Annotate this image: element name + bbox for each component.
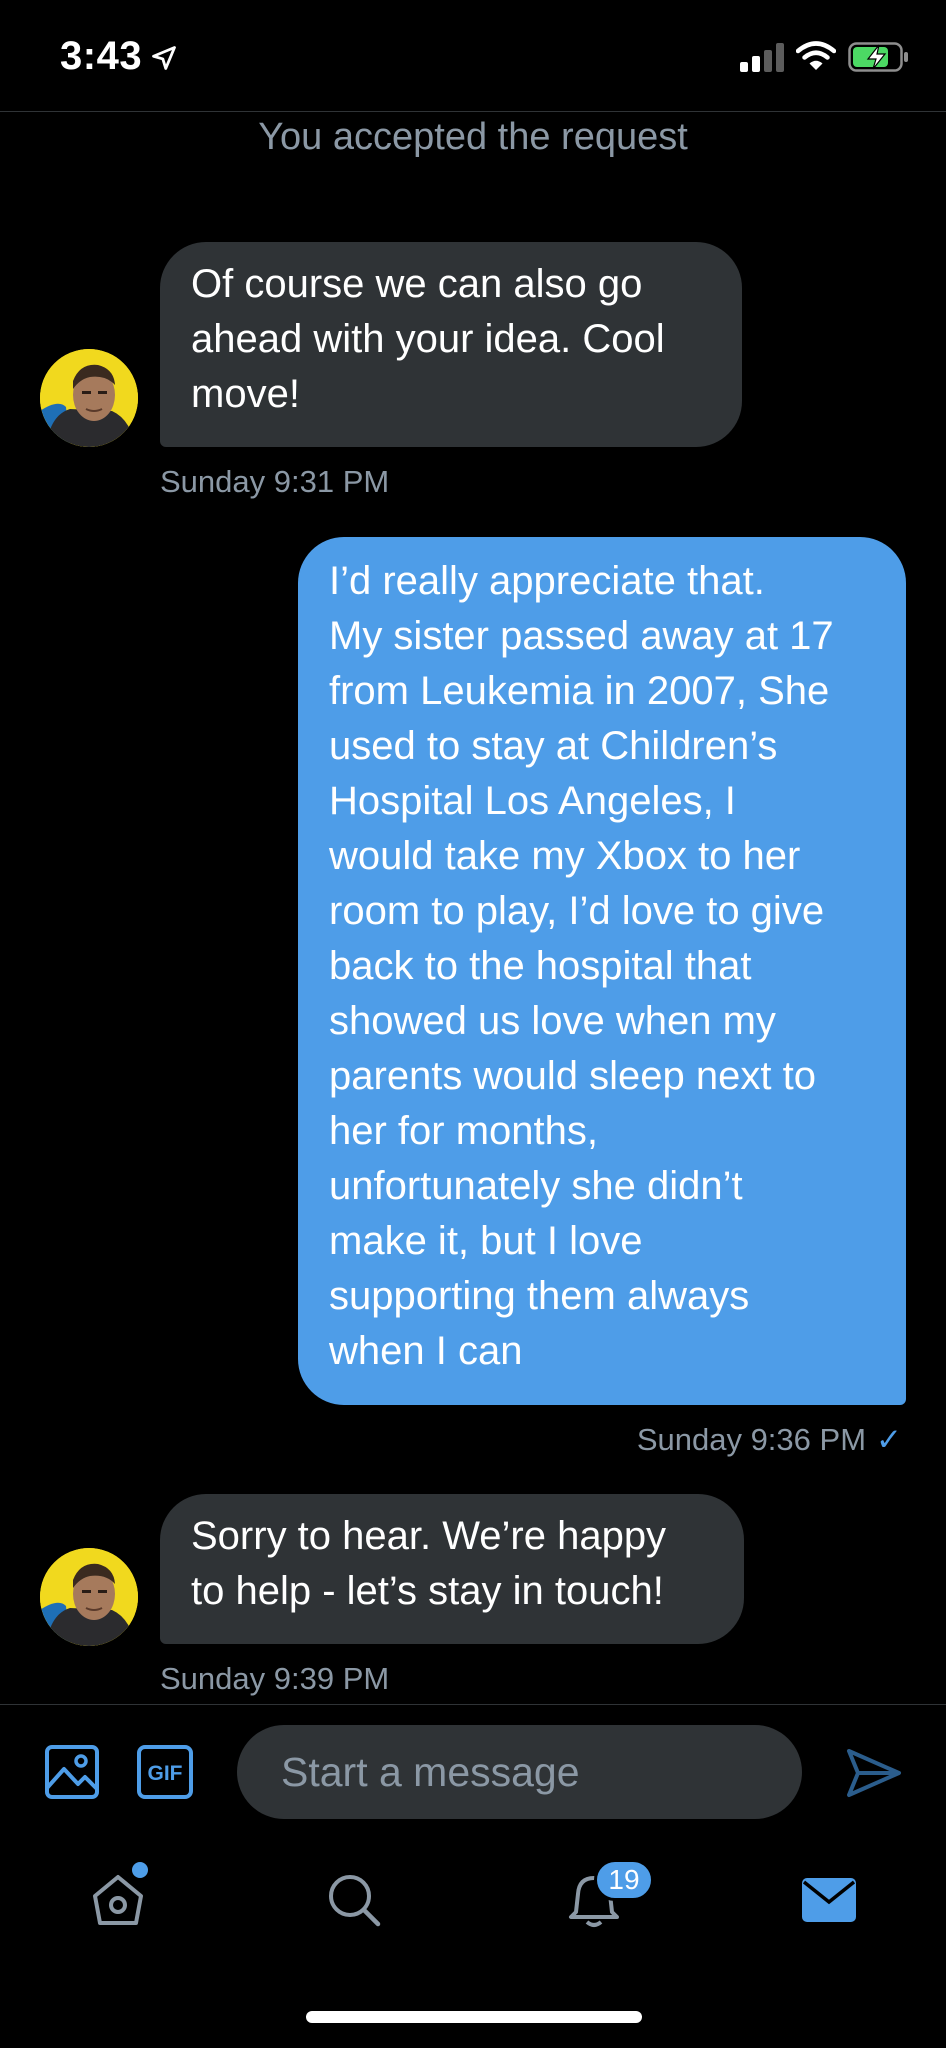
send-icon[interactable] bbox=[846, 1748, 902, 1798]
incoming-message-bubble[interactable]: Of course we can also go ahead with your… bbox=[160, 242, 742, 447]
message-text: Of course we can also go ahead with your… bbox=[191, 262, 665, 416]
read-check-icon: ✓ bbox=[876, 1422, 902, 1457]
gif-label: GIF bbox=[148, 1762, 183, 1785]
message-input[interactable]: Start a message bbox=[237, 1725, 802, 1819]
notifications-badge: 19 bbox=[594, 1859, 654, 1901]
battery-charging-icon bbox=[848, 42, 908, 72]
image-icon[interactable] bbox=[44, 1744, 100, 1800]
sender-avatar-image bbox=[40, 1548, 138, 1646]
header-divider bbox=[0, 111, 946, 112]
wifi-icon bbox=[796, 41, 836, 70]
message-timestamp: Sunday 9:31 PM bbox=[160, 464, 390, 499]
message-text: Sorry to hear. We’re happy to help - let… bbox=[191, 1514, 667, 1613]
sender-avatar[interactable] bbox=[40, 1548, 138, 1646]
location-arrow-icon bbox=[152, 46, 176, 70]
message-status: Sunday 9:36 PM ✓ bbox=[637, 1422, 902, 1458]
dm-conversation-screen: 3:43 You accepted the request Of course … bbox=[0, 0, 946, 2048]
home-icon[interactable] bbox=[90, 1872, 146, 1928]
request-accepted-note: You accepted the request bbox=[258, 116, 688, 158]
status-bar: 3:43 bbox=[0, 0, 946, 112]
cellular-signal-icon bbox=[740, 43, 784, 72]
incoming-message-bubble[interactable]: Sorry to hear. We’re happy to help - let… bbox=[160, 1494, 744, 1644]
gif-icon[interactable]: GIF bbox=[136, 1744, 194, 1800]
message-text: I’d really appreciate that. My sister pa… bbox=[329, 559, 834, 1373]
sender-avatar-image bbox=[40, 349, 138, 447]
composer-divider bbox=[0, 1704, 946, 1705]
outgoing-message-bubble[interactable]: I’d really appreciate that. My sister pa… bbox=[298, 537, 906, 1405]
status-time: 3:43 bbox=[60, 34, 143, 78]
message-timestamp: Sunday 9:36 PM bbox=[636, 1422, 867, 1457]
messages-envelope-icon[interactable] bbox=[801, 1874, 857, 1926]
home-indicator-bar[interactable] bbox=[306, 2011, 642, 2023]
search-icon[interactable] bbox=[326, 1872, 382, 1928]
sender-avatar[interactable] bbox=[40, 349, 138, 447]
message-timestamp: Sunday 9:39 PM bbox=[160, 1661, 390, 1696]
home-new-indicator bbox=[132, 1862, 148, 1878]
